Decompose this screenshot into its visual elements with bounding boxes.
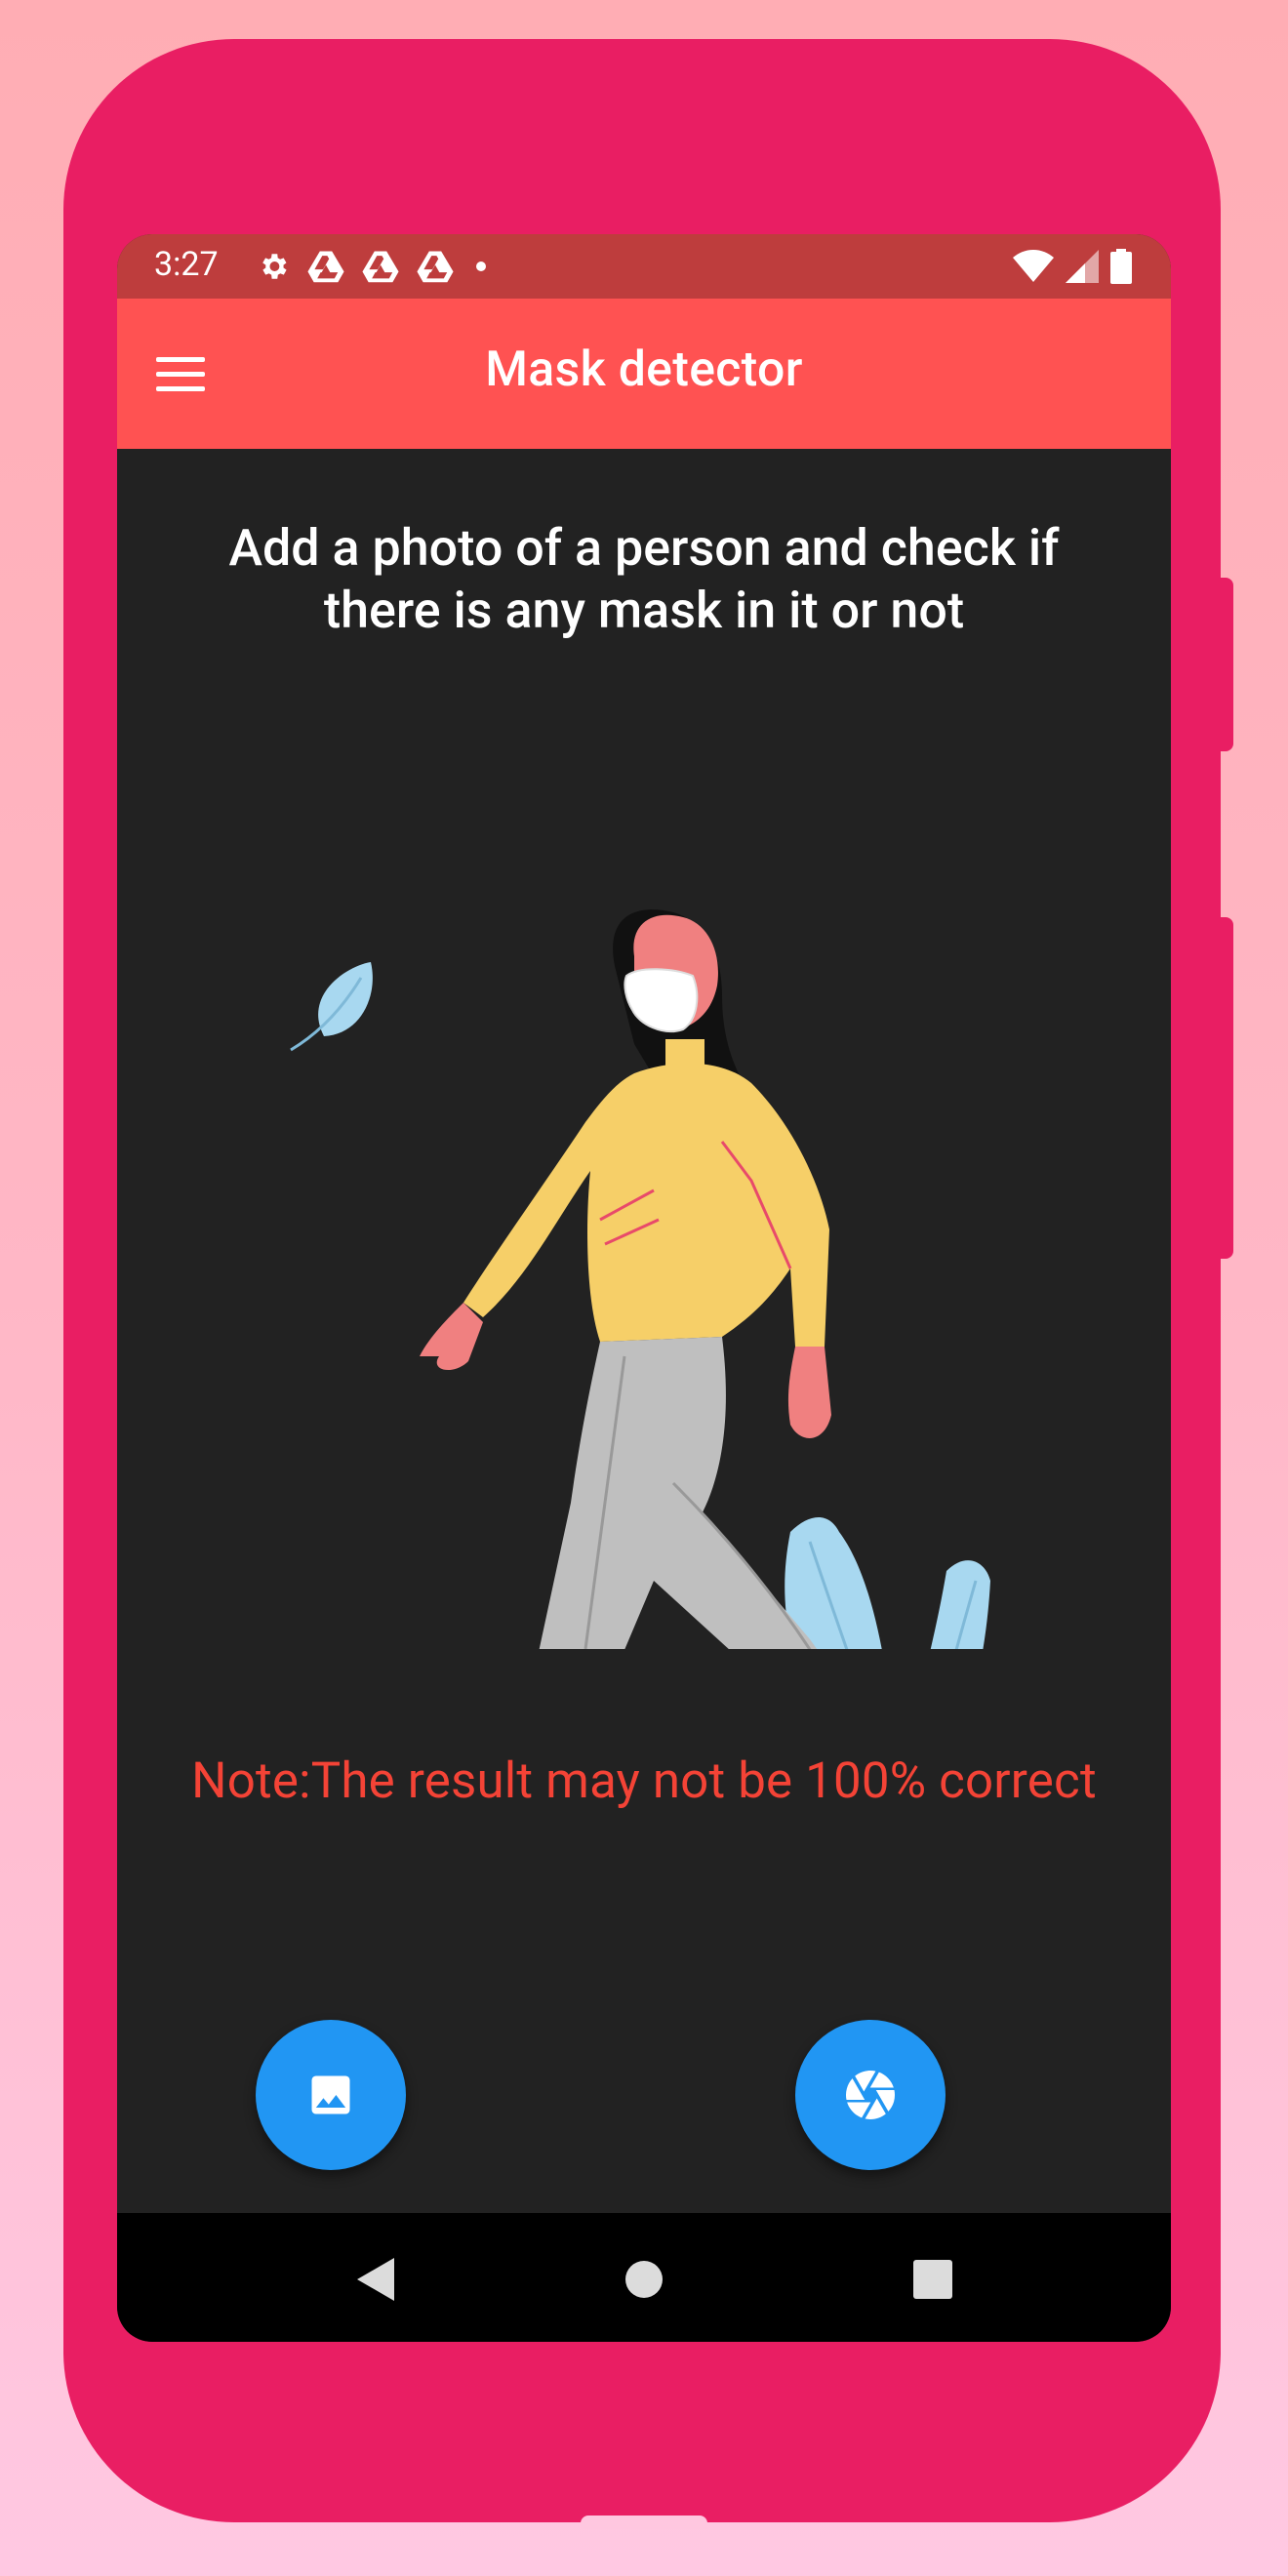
- recents-icon: [913, 2260, 952, 2299]
- status-time: 3:27: [154, 245, 219, 284]
- dot-icon: [476, 262, 486, 271]
- instruction-text: Add a photo of a person and check if the…: [228, 518, 1060, 640]
- phone-side-button: [1210, 578, 1233, 751]
- home-icon: [625, 2261, 663, 2298]
- gallery-button[interactable]: [256, 2020, 406, 2170]
- back-icon: [357, 2258, 394, 2301]
- image-icon: [311, 2075, 350, 2114]
- battery-icon: [1110, 249, 1132, 284]
- settings-icon: [262, 254, 287, 279]
- drive-icon: [417, 251, 454, 283]
- accuracy-note: Note:The result may not be 100% correct: [191, 1752, 1097, 1810]
- app-bar: Mask detector: [117, 299, 1171, 449]
- camera-button[interactable]: [795, 2020, 946, 2170]
- signal-icon: [1066, 250, 1099, 283]
- home-button[interactable]: [615, 2250, 673, 2309]
- notification-icons: [257, 250, 491, 283]
- back-button[interactable]: [347, 2250, 406, 2309]
- camera-shutter-icon: [845, 2071, 895, 2119]
- wifi-icon: [1013, 250, 1054, 282]
- woman-walking-illustration: [290, 909, 990, 1649]
- drive-icon: [307, 251, 344, 283]
- app-title: Mask detector: [485, 342, 803, 398]
- drive-icon: [362, 251, 399, 283]
- recents-button[interactable]: [904, 2250, 962, 2309]
- app-screen: 3:27 Mask detector Add a photo of a pers…: [117, 234, 1171, 2342]
- system-status-icons: [1013, 249, 1132, 284]
- phone-bottom-notch: [581, 2516, 707, 2529]
- status-bar: 3:27: [117, 234, 1171, 299]
- system-navigation-bar: [117, 2213, 1171, 2342]
- phone-side-button: [1210, 917, 1233, 1259]
